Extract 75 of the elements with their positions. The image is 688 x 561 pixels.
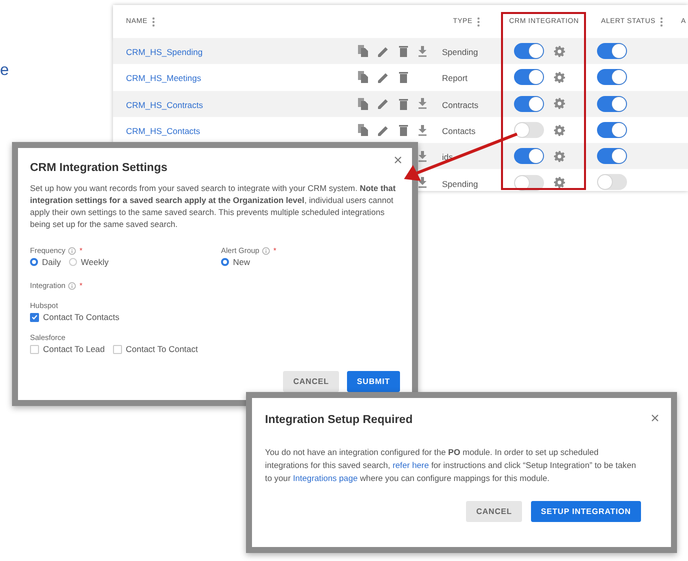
toggle-switch[interactable] <box>514 96 544 112</box>
radio-button[interactable] <box>68 258 77 266</box>
download-icon[interactable] <box>418 46 427 57</box>
download-icon[interactable] <box>418 177 427 188</box>
pencil-icon[interactable] <box>378 124 389 136</box>
checkbox-label[interactable]: Contact To Lead <box>43 344 105 354</box>
search-name-link[interactable]: CRM_HS_Contracts <box>126 100 203 110</box>
primary-button[interactable]: SUBMIT <box>346 371 400 392</box>
toggle-switch[interactable] <box>597 148 627 164</box>
cancel-button[interactable]: CANCEL <box>466 501 522 522</box>
column-menu-icon[interactable] <box>152 16 156 26</box>
dialog-title: CRM Integration Settings <box>30 162 168 174</box>
checkbox-label[interactable]: Contact To Contacts <box>43 312 120 322</box>
trash-icon[interactable] <box>399 71 408 84</box>
radio-label[interactable]: Daily <box>42 257 61 267</box>
checkbox[interactable] <box>30 312 39 322</box>
info-icon[interactable] <box>262 246 270 254</box>
checkbox[interactable] <box>30 344 39 354</box>
search-name-link[interactable]: CRM_HS_Contacts <box>126 126 200 136</box>
toggle-switch[interactable] <box>597 122 627 138</box>
toggle-switch[interactable] <box>514 43 544 60</box>
primary-button[interactable]: SETUP INTEGRATION <box>530 501 641 522</box>
table-cell-text: Spending <box>441 47 478 58</box>
table-cell-text: Spending <box>441 178 478 189</box>
dialog-description: Set up how you want records from your saved search to integrate with your CRM system. Note that integration settings for a saved search apply at the Organization level, individual users cannot apply their own settings to the same saved search. This prevents multiple scheduled integrations being set up for the same saved search. <box>30 182 397 230</box>
copy-icon[interactable] <box>358 45 368 58</box>
table-cell-text: Contracts <box>441 100 478 110</box>
dialog-title: Integration Setup Required <box>265 414 413 426</box>
checkbox-label[interactable]: Contact To Contact <box>126 344 198 354</box>
table-cell-text: Contacts <box>441 126 476 136</box>
gear-icon[interactable] <box>554 46 565 57</box>
download-icon[interactable] <box>418 124 427 136</box>
cancel-button[interactable]: CANCEL <box>283 371 339 392</box>
radio-label[interactable]: Weekly <box>80 257 109 267</box>
gear-icon[interactable] <box>554 177 565 188</box>
trash-icon[interactable] <box>399 124 408 136</box>
toggle-switch[interactable] <box>597 42 627 59</box>
gear-icon[interactable] <box>554 72 565 83</box>
copy-icon[interactable] <box>358 124 368 136</box>
info-icon[interactable] <box>68 246 76 254</box>
dialog-message: You do not have an integration configured for the PO module. In order to set up scheduled integrations for this saved search, refer here for instructions and click “Setup Integration” to be taken to your Integrations page where you can configure mappings for this module. <box>265 446 638 485</box>
pencil-icon[interactable] <box>378 98 389 110</box>
pencil-icon[interactable] <box>378 72 389 83</box>
gear-icon[interactable] <box>554 98 565 110</box>
copy-icon[interactable] <box>358 71 368 84</box>
download-icon[interactable] <box>418 150 427 162</box>
search-name-link[interactable]: CRM_HS_Meetings <box>126 73 202 84</box>
link[interactable]: Integrations page <box>292 473 358 483</box>
gear-icon[interactable] <box>554 124 565 136</box>
gear-icon[interactable] <box>554 150 565 162</box>
toggle-switch[interactable] <box>597 96 627 112</box>
pencil-icon[interactable] <box>378 46 389 57</box>
radio-label[interactable]: New <box>233 257 250 267</box>
column-menu-icon[interactable] <box>660 16 664 26</box>
checkbox[interactable] <box>112 344 122 354</box>
check-icon <box>31 313 38 321</box>
info-icon[interactable] <box>68 282 76 290</box>
link[interactable]: refer here <box>392 460 429 470</box>
radio-button[interactable] <box>221 258 229 266</box>
close-icon[interactable] <box>651 414 659 422</box>
trash-icon[interactable] <box>399 98 408 110</box>
toggle-switch[interactable] <box>514 69 544 86</box>
copy-icon[interactable] <box>358 98 368 110</box>
download-icon[interactable] <box>418 98 427 110</box>
column-menu-icon[interactable] <box>477 16 480 26</box>
page-text-fragment: e <box>0 62 9 79</box>
table-cell-text: Report <box>441 73 468 84</box>
toggle-switch[interactable] <box>597 174 627 190</box>
toggle-switch[interactable] <box>514 122 544 138</box>
toggle-switch[interactable] <box>514 148 544 164</box>
close-icon[interactable] <box>394 156 402 164</box>
search-name-link[interactable]: CRM_HS_Spending <box>126 47 203 58</box>
radio-button[interactable] <box>30 258 38 266</box>
toggle-switch[interactable] <box>597 69 627 86</box>
trash-icon[interactable] <box>399 45 408 58</box>
